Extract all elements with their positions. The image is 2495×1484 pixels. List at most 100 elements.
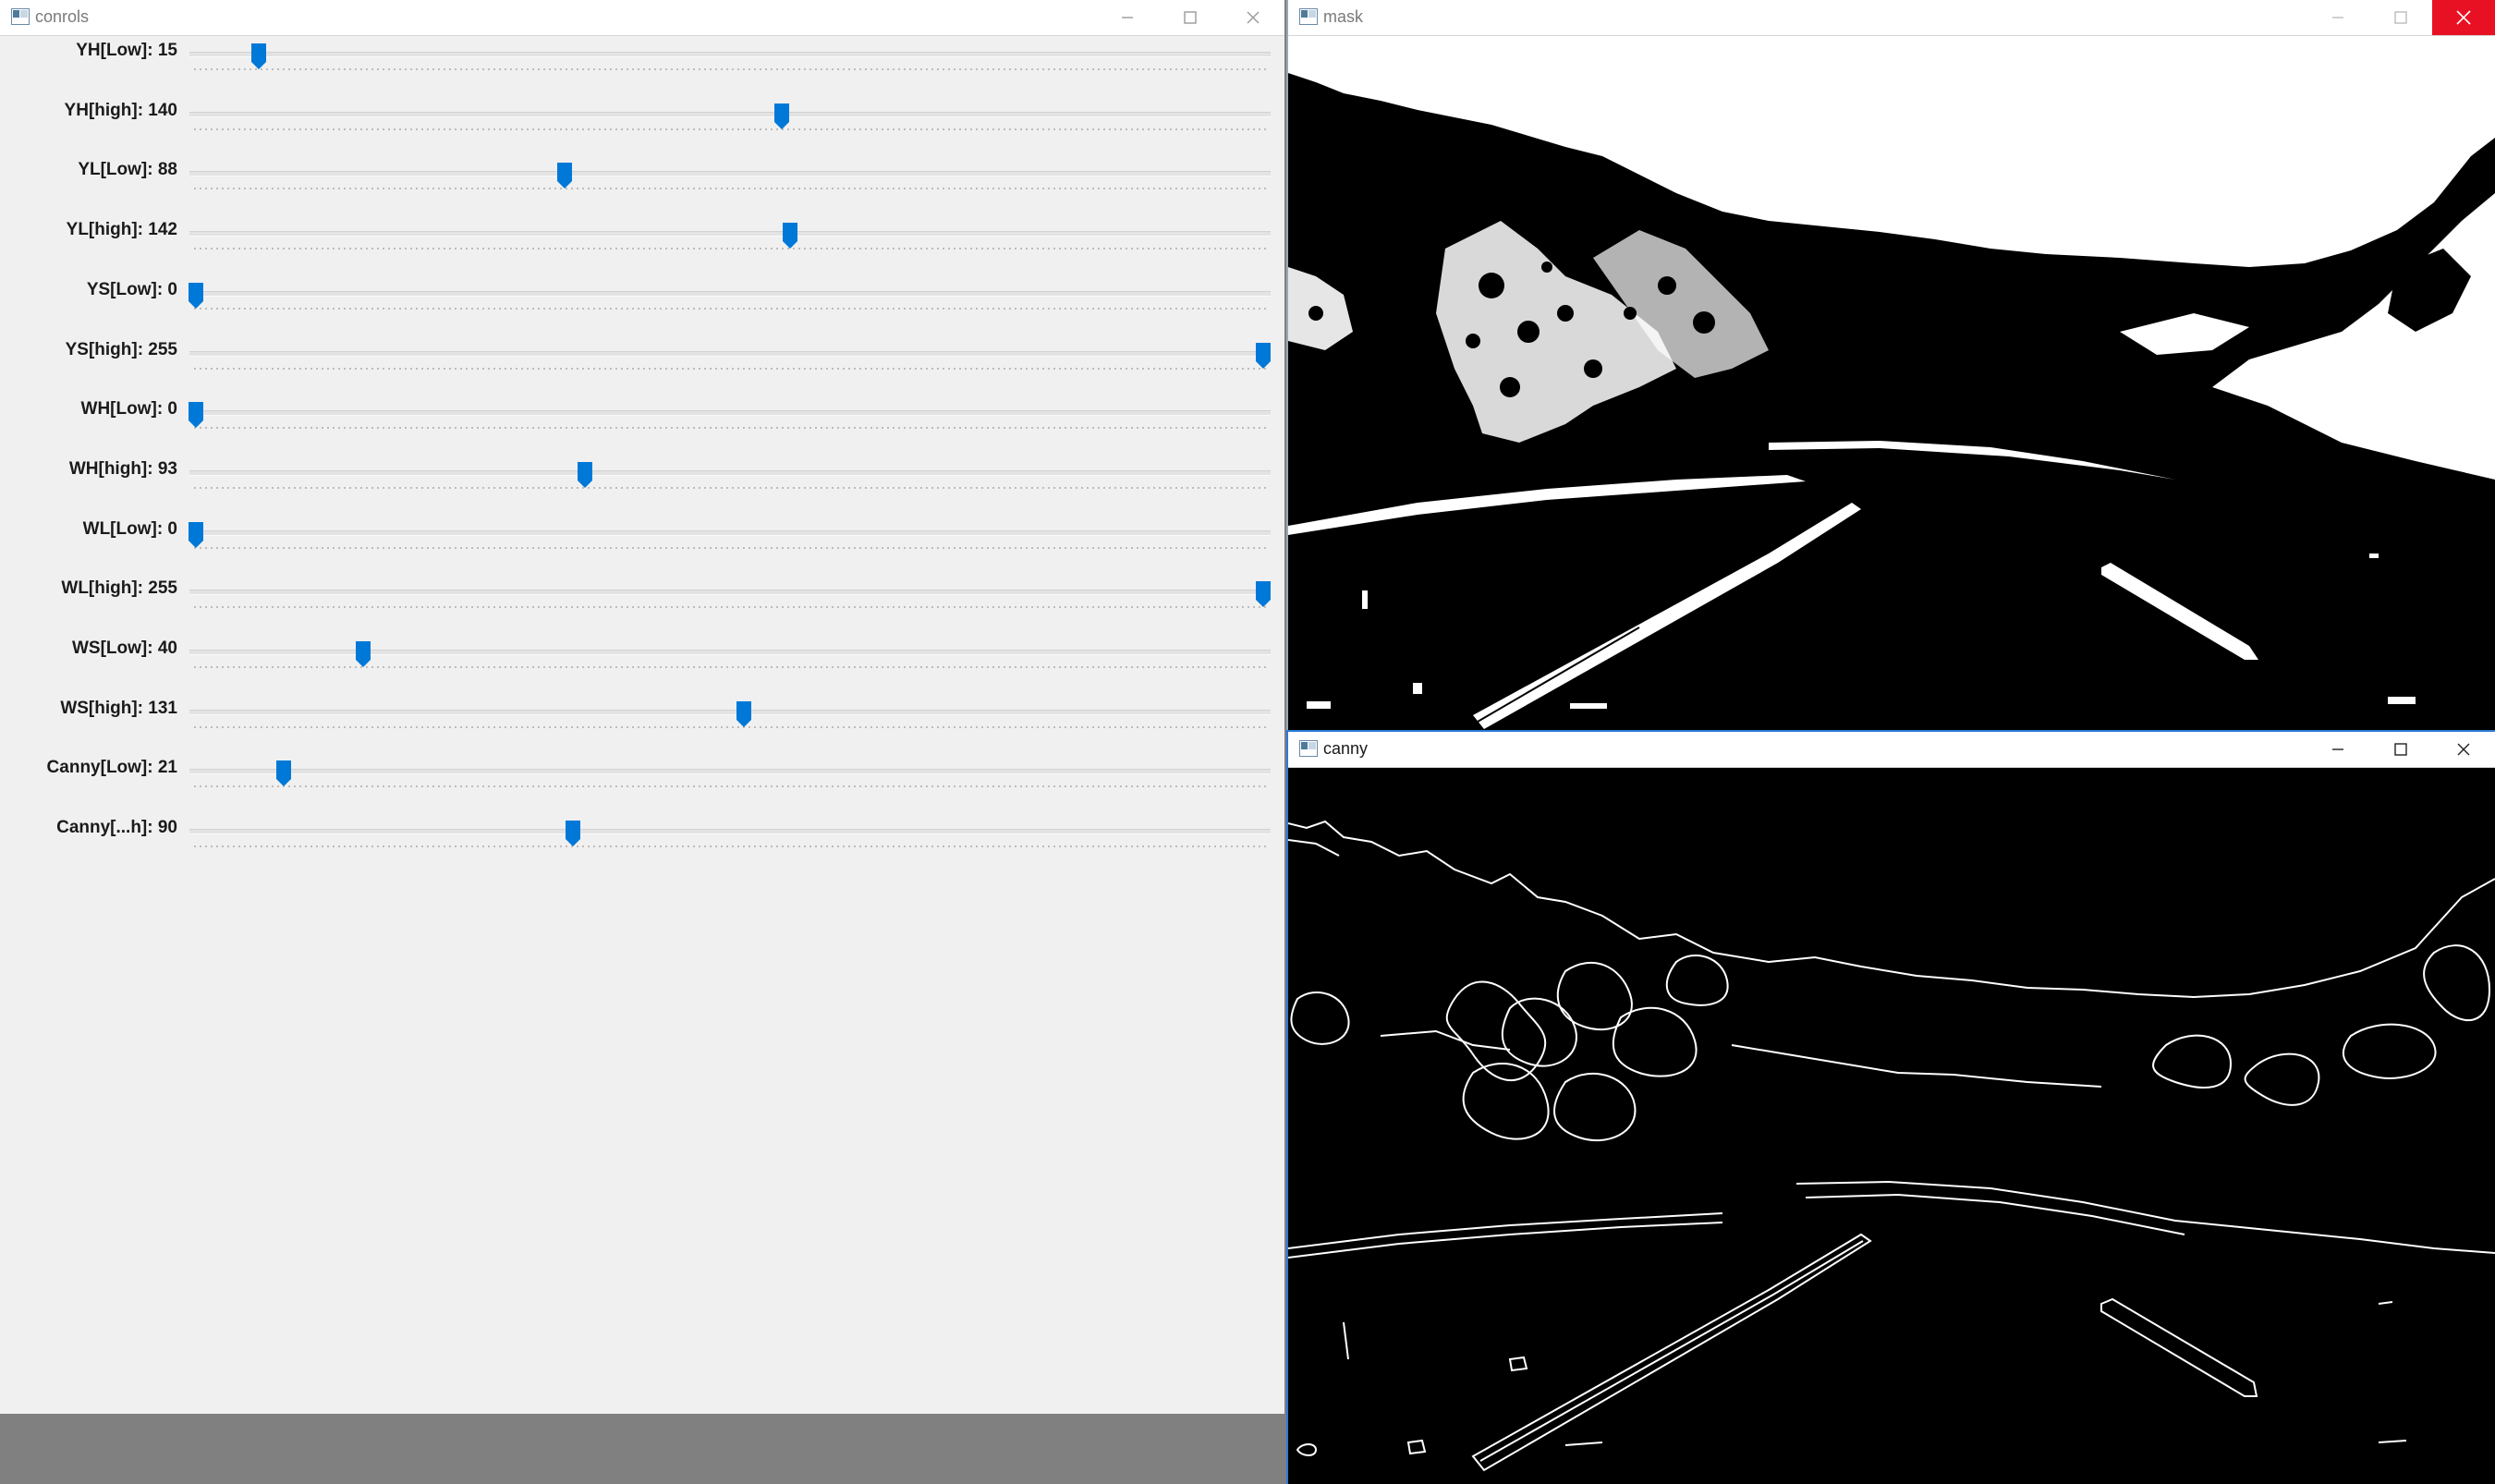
minimize-button[interactable] [2306, 732, 2369, 767]
mask-titlebar[interactable]: mask [1288, 0, 2495, 36]
trackbar-thumb[interactable] [565, 821, 580, 847]
trackbar-ticks [194, 546, 1266, 549]
app-icon [1299, 740, 1318, 757]
close-button[interactable] [2432, 0, 2495, 35]
trackbar-label: Canny[...h]: 90 [56, 818, 177, 838]
trackbar-row: WS[high]: 131 [0, 694, 1284, 753]
trackbar-track[interactable] [189, 829, 1271, 835]
trackbar-label: YS[high]: 255 [65, 339, 177, 359]
trackbar-row: WH[Low]: 0 [0, 395, 1284, 454]
trackbar-row: YL[high]: 142 [0, 215, 1284, 274]
window-title: conrols [35, 7, 90, 26]
trackbar-track[interactable] [189, 529, 1271, 536]
trackbar-track[interactable] [189, 350, 1271, 357]
trackbar-row: WL[high]: 255 [0, 574, 1284, 633]
trackbar-label: YS[Low]: 0 [86, 279, 177, 299]
trackbar-track[interactable] [189, 52, 1271, 57]
trackbar-thumb[interactable] [189, 402, 203, 429]
maximize-icon [1184, 11, 1197, 24]
minimize-button[interactable] [1096, 0, 1159, 35]
trackbar-track[interactable] [189, 290, 1271, 297]
trackbar-ticks [194, 367, 1266, 370]
canny-image [1288, 768, 2495, 1484]
trackbar-thumb[interactable] [189, 521, 203, 548]
trackbar-ticks [194, 248, 1266, 250]
trackbar-track[interactable] [189, 709, 1271, 715]
trackbar-track[interactable] [189, 650, 1271, 655]
controls-window: conrols YH[Low]: 15 YH[high]: 140 YL[Low]:… [0, 0, 1284, 1416]
trackbar-track[interactable] [189, 590, 1271, 596]
trackbar-label: WL[Low]: 0 [82, 518, 177, 539]
trackbar-label: YL[high]: 142 [66, 220, 177, 240]
app-icon [1299, 8, 1318, 25]
maximize-button[interactable] [1159, 0, 1222, 35]
trackbar-row: WL[Low]: 0 [0, 515, 1284, 574]
close-icon [2456, 10, 2471, 25]
close-button[interactable] [1222, 0, 1284, 35]
trackbar-track[interactable] [189, 231, 1271, 237]
trackbar-thumb[interactable] [250, 43, 266, 69]
window-title: mask [1323, 7, 1364, 26]
minimize-icon [2332, 748, 2343, 750]
trackbar-thumb[interactable] [189, 282, 203, 309]
trackbar-label: WH[high]: 93 [68, 458, 177, 479]
close-icon [2457, 743, 2470, 756]
controls-titlebar[interactable]: conrols [0, 0, 1284, 36]
trackbar-thumb[interactable] [1256, 342, 1271, 369]
app-icon [11, 8, 30, 25]
trackbar-ticks [194, 666, 1266, 668]
trackbar-ticks [194, 427, 1266, 430]
trackbar-ticks [194, 68, 1266, 70]
minimize-icon [1122, 17, 1133, 18]
trackbar-thumb[interactable] [1256, 581, 1271, 608]
trackbar-track[interactable] [189, 111, 1271, 117]
mask-window: mask [1286, 0, 2495, 730]
maximize-icon [2394, 743, 2407, 756]
trackbar-track[interactable] [189, 171, 1271, 177]
trackbar-ticks [194, 486, 1266, 489]
trackbar-row: YS[Low]: 0 [0, 275, 1284, 335]
mask-image [1288, 36, 2495, 730]
close-button[interactable] [2432, 732, 2495, 767]
close-icon [1247, 11, 1260, 24]
trackbar-thumb[interactable] [774, 103, 790, 129]
canny-titlebar[interactable]: canny [1288, 732, 2495, 768]
trackbar-thumb[interactable] [578, 461, 593, 488]
trackbar-label: Canny[Low]: 21 [46, 758, 177, 778]
trackbar-row: YH[high]: 140 [0, 96, 1284, 155]
trackbar-track[interactable] [189, 769, 1271, 775]
trackbar-label: YL[Low]: 88 [78, 160, 177, 180]
desktop-background [0, 1414, 1284, 1484]
trackbar-row: YH[Low]: 15 [0, 36, 1284, 95]
minimize-icon [2332, 17, 2343, 18]
trackbar-row: YL[Low]: 88 [0, 155, 1284, 214]
window-title: canny [1323, 739, 1369, 758]
trackbar-ticks [194, 606, 1266, 609]
trackbar-label: YH[Low]: 15 [76, 41, 177, 60]
trackbar-thumb[interactable] [736, 700, 752, 727]
trackbar-row: WH[high]: 93 [0, 455, 1284, 514]
trackbar-label: WL[high]: 255 [61, 578, 177, 599]
maximize-button[interactable] [2369, 0, 2432, 35]
trackbar-row: Canny[...h]: 90 [0, 813, 1284, 872]
trackbar-label: WS[Low]: 40 [72, 639, 177, 658]
trackbar-ticks [194, 188, 1266, 190]
trackbar-thumb[interactable] [356, 641, 371, 667]
trackbar-thumb[interactable] [783, 223, 798, 249]
trackbar-ticks [194, 845, 1266, 848]
trackbar-row: YS[high]: 255 [0, 335, 1284, 395]
trackbar-thumb[interactable] [276, 760, 292, 787]
trackbar-label: WH[Low]: 0 [80, 399, 177, 420]
trackbar-track[interactable] [189, 469, 1271, 476]
trackbar-ticks [194, 725, 1266, 728]
trackbar-panel: YH[Low]: 15 YH[high]: 140 YL[Low]: 88 YL[hi… [0, 36, 1284, 1416]
trackbar-row: WS[Low]: 40 [0, 634, 1284, 693]
minimize-button[interactable] [2306, 0, 2369, 35]
trackbar-row: Canny[Low]: 21 [0, 753, 1284, 812]
trackbar-label: WS[high]: 131 [60, 698, 177, 718]
trackbar-thumb[interactable] [556, 163, 572, 189]
trackbar-ticks [194, 307, 1266, 310]
maximize-button[interactable] [2369, 732, 2432, 767]
trackbar-track[interactable] [189, 410, 1271, 417]
trackbar-ticks [194, 128, 1266, 130]
